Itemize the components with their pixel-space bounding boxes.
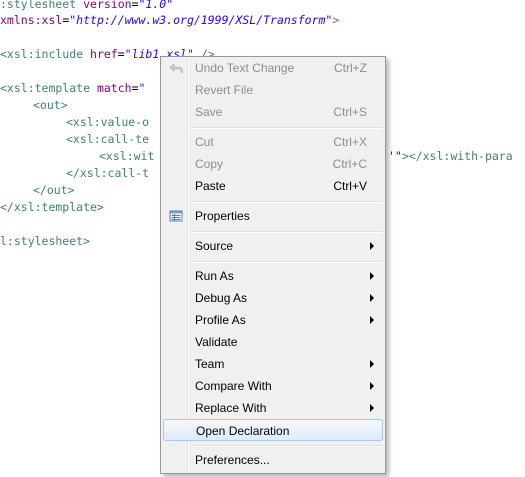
code-tag: <xsl:call-te bbox=[66, 132, 150, 146]
menu-item-open-declaration[interactable]: Open Declaration bbox=[163, 419, 383, 441]
code-line-2: xmlns:xsl="http://www.w3.org/1999/XSL/Tr… bbox=[0, 10, 339, 30]
menu-item-label: Profile As bbox=[195, 313, 246, 327]
menu-separator bbox=[191, 261, 383, 263]
code-line-5: <out> bbox=[33, 95, 68, 115]
menu-item-debug-as[interactable]: Debug As bbox=[163, 287, 383, 309]
menu-item-label: Team bbox=[195, 357, 225, 371]
code-attr: match bbox=[90, 81, 132, 95]
menu-item-compare-with[interactable]: Compare With bbox=[163, 375, 383, 397]
menu-item-validate[interactable]: Validate bbox=[163, 331, 383, 353]
menu-item-label: Undo Text Change bbox=[195, 61, 295, 75]
menu-item-preferences[interactable]: Preferences... bbox=[163, 449, 383, 471]
menu-item-shortcut: Ctrl+Z bbox=[334, 61, 367, 75]
menu-separator bbox=[191, 201, 383, 203]
code-tag: > bbox=[332, 13, 340, 27]
menu-item-profile-as[interactable]: Profile As bbox=[163, 309, 383, 331]
context-menu: Undo Text Change Ctrl+Z Revert File Save… bbox=[160, 56, 386, 474]
menu-item-label: Compare With bbox=[195, 379, 272, 393]
code-attr: href bbox=[83, 47, 118, 61]
code-tag: <xsl:value-o bbox=[66, 115, 150, 129]
code-tag: </xsl:template> bbox=[0, 200, 104, 214]
menu-item-label: Run As bbox=[195, 269, 234, 283]
submenu-arrow-icon bbox=[370, 272, 374, 280]
code-tag: <xsl:wit bbox=[99, 149, 155, 163]
code-tag: <xsl:include bbox=[0, 47, 84, 61]
menu-item-label: Properties bbox=[195, 209, 250, 223]
code-tag: l:stylesheet> bbox=[0, 234, 91, 248]
menu-item-revert-file[interactable]: Revert File bbox=[163, 79, 383, 101]
submenu-arrow-icon bbox=[370, 404, 374, 412]
menu-item-shortcut: Ctrl+C bbox=[332, 157, 367, 171]
menu-item-run-as[interactable]: Run As bbox=[163, 265, 383, 287]
code-attr: xmlns:xsl bbox=[0, 13, 63, 27]
menu-item-source[interactable]: Source bbox=[163, 235, 383, 257]
menu-item-label: Source bbox=[195, 239, 234, 253]
menu-item-label: Paste bbox=[195, 179, 226, 193]
code-tag: <out> bbox=[33, 98, 68, 112]
menu-item-label: Revert File bbox=[195, 83, 254, 97]
submenu-arrow-icon bbox=[370, 316, 374, 324]
menu-separator bbox=[191, 231, 383, 233]
menu-item-label: Replace With bbox=[195, 401, 267, 415]
menu-item-copy[interactable]: Copy Ctrl+C bbox=[163, 153, 383, 175]
menu-item-label: Copy bbox=[195, 157, 224, 171]
menu-item-shortcut: Ctrl+V bbox=[333, 179, 367, 193]
code-eq: = bbox=[131, 81, 139, 95]
code-eq: = bbox=[117, 47, 125, 61]
menu-item-replace-with[interactable]: Replace With bbox=[163, 397, 383, 419]
code-value: "http://www.w3.org/1999/XSL/Transform" bbox=[69, 13, 333, 27]
menu-item-label: Open Declaration bbox=[196, 424, 290, 438]
menu-item-label: Cut bbox=[195, 135, 214, 149]
menu-item-shortcut: Ctrl+X bbox=[333, 135, 367, 149]
code-line-8-tail: '"></xsl:with-para bbox=[388, 146, 513, 166]
code-line-4: <xsl:template match=" bbox=[0, 78, 145, 98]
code-line-12: l:stylesheet> bbox=[0, 231, 90, 251]
menu-item-label: Preferences... bbox=[195, 453, 270, 467]
menu-item-label: Save bbox=[195, 105, 223, 119]
code-line-9: </xsl:call-t bbox=[66, 163, 149, 183]
code-tag: <xsl:template bbox=[0, 81, 91, 95]
menu-item-team[interactable]: Team bbox=[163, 353, 383, 375]
code-tag: ></xsl:with-para bbox=[401, 149, 513, 163]
menu-separator bbox=[191, 445, 383, 447]
submenu-arrow-icon bbox=[370, 242, 374, 250]
code-line-11: </xsl:template> bbox=[0, 197, 104, 217]
menu-item-cut[interactable]: Cut Ctrl+X bbox=[163, 131, 383, 153]
menu-item-shortcut: Ctrl+S bbox=[333, 105, 367, 119]
submenu-arrow-icon bbox=[370, 294, 374, 302]
submenu-arrow-icon bbox=[370, 382, 374, 390]
properties-table-icon bbox=[168, 208, 184, 224]
menu-item-label: Debug As bbox=[195, 291, 248, 305]
submenu-arrow-icon bbox=[370, 360, 374, 368]
menu-item-label: Validate bbox=[195, 335, 238, 349]
code-tag: </xsl:call-t bbox=[66, 166, 150, 180]
undo-arrow-icon bbox=[168, 60, 184, 76]
code-tag: </out> bbox=[33, 183, 75, 197]
menu-separator bbox=[191, 127, 383, 129]
code-value: '" bbox=[388, 149, 402, 163]
menu-item-paste[interactable]: Paste Ctrl+V bbox=[163, 175, 383, 197]
menu-item-undo-text-change[interactable]: Undo Text Change Ctrl+Z bbox=[163, 57, 383, 79]
code-value: " bbox=[138, 81, 146, 95]
menu-item-save[interactable]: Save Ctrl+S bbox=[163, 101, 383, 123]
menu-item-properties[interactable]: Properties bbox=[163, 205, 383, 227]
